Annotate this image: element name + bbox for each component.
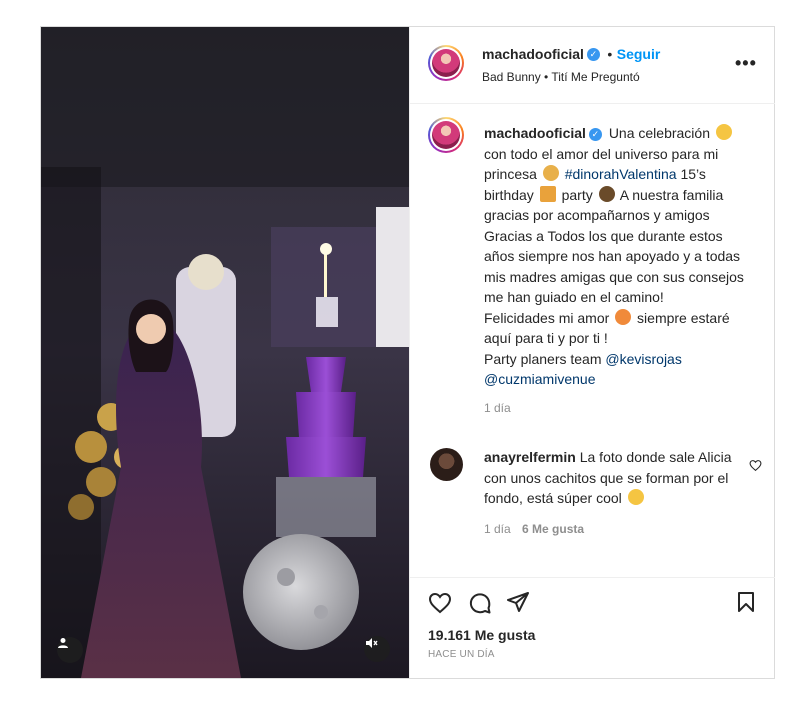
post-media[interactable] [41,27,409,678]
caption-text-8: Party planers team [484,350,602,367]
smiling-face-icon [715,124,732,140]
comment-like-heart-icon[interactable] [749,459,762,472]
party-photo [41,27,409,678]
caption-username[interactable]: machadooficial [484,125,586,141]
caption-text-6: Felicidades mi amor [484,309,610,326]
user-tag-icon [58,638,68,648]
caption-avatar[interactable] [428,117,464,153]
more-options-button[interactable]: ••• [735,53,757,74]
balloon-icon [598,185,615,202]
post-actions: 19.161 Me gusta HACE UN DÍA [410,577,775,678]
caption-text-5: A nuestra familia gracias por acompañarn… [484,186,744,306]
laughing-face-icon [627,489,644,505]
post-sidebar: machadooficial ✓ • Seguir Bad Bunny • Tit… [409,27,775,678]
caption: machadooficial ✓ Una celebración con todo… [484,123,754,418]
commenter-username[interactable]: anayrelfermin [484,449,576,465]
princess-icon [542,165,559,181]
mention-kevisrojas[interactable]: @kevisrojas [605,351,681,367]
audio-link[interactable]: Bad Bunny • Tití Me Preguntó [482,70,640,84]
mention-cuzmiamivenue[interactable]: @cuzmiamivenue [484,371,595,387]
header-separator: • [607,46,613,62]
post-header: machadooficial ✓ • Seguir Bad Bunny • Tit… [410,27,775,104]
comment-time: 1 día [484,521,511,536]
caption-text-4: party [561,186,593,203]
commenter-avatar[interactable] [430,448,463,481]
send-icon[interactable] [506,590,530,614]
heart-eyes-icon [615,308,632,325]
caption-time: 1 día [484,400,511,415]
party-popper-icon [539,185,556,202]
muted-speaker-icon [366,638,378,648]
verified-badge-icon: ✓ [588,127,602,141]
author-avatar[interactable] [428,45,464,81]
author-username[interactable]: machadooficial [482,46,584,62]
post-timestamp: HACE UN DÍA [428,649,495,660]
heart-icon[interactable] [428,591,452,615]
follow-button[interactable]: Seguir [617,46,661,62]
caption-text-1: Una celebración [608,125,710,141]
caption-hashtag[interactable]: #dinorahValentina [565,166,677,182]
likes-count[interactable]: 19.161 Me gusta [428,627,535,643]
comment: anayrelfermin La foto donde sale Alicia … [484,447,734,539]
verified-badge-icon: ✓ [586,48,600,62]
instagram-post: machadooficial ✓ • Seguir Bad Bunny • Tit… [40,26,775,679]
comment-icon[interactable] [468,591,492,615]
tag-user-button[interactable] [57,637,83,663]
mute-button[interactable] [364,636,390,662]
bookmark-icon[interactable] [734,590,758,614]
comment-likes[interactable]: 6 Me gusta [522,522,584,536]
